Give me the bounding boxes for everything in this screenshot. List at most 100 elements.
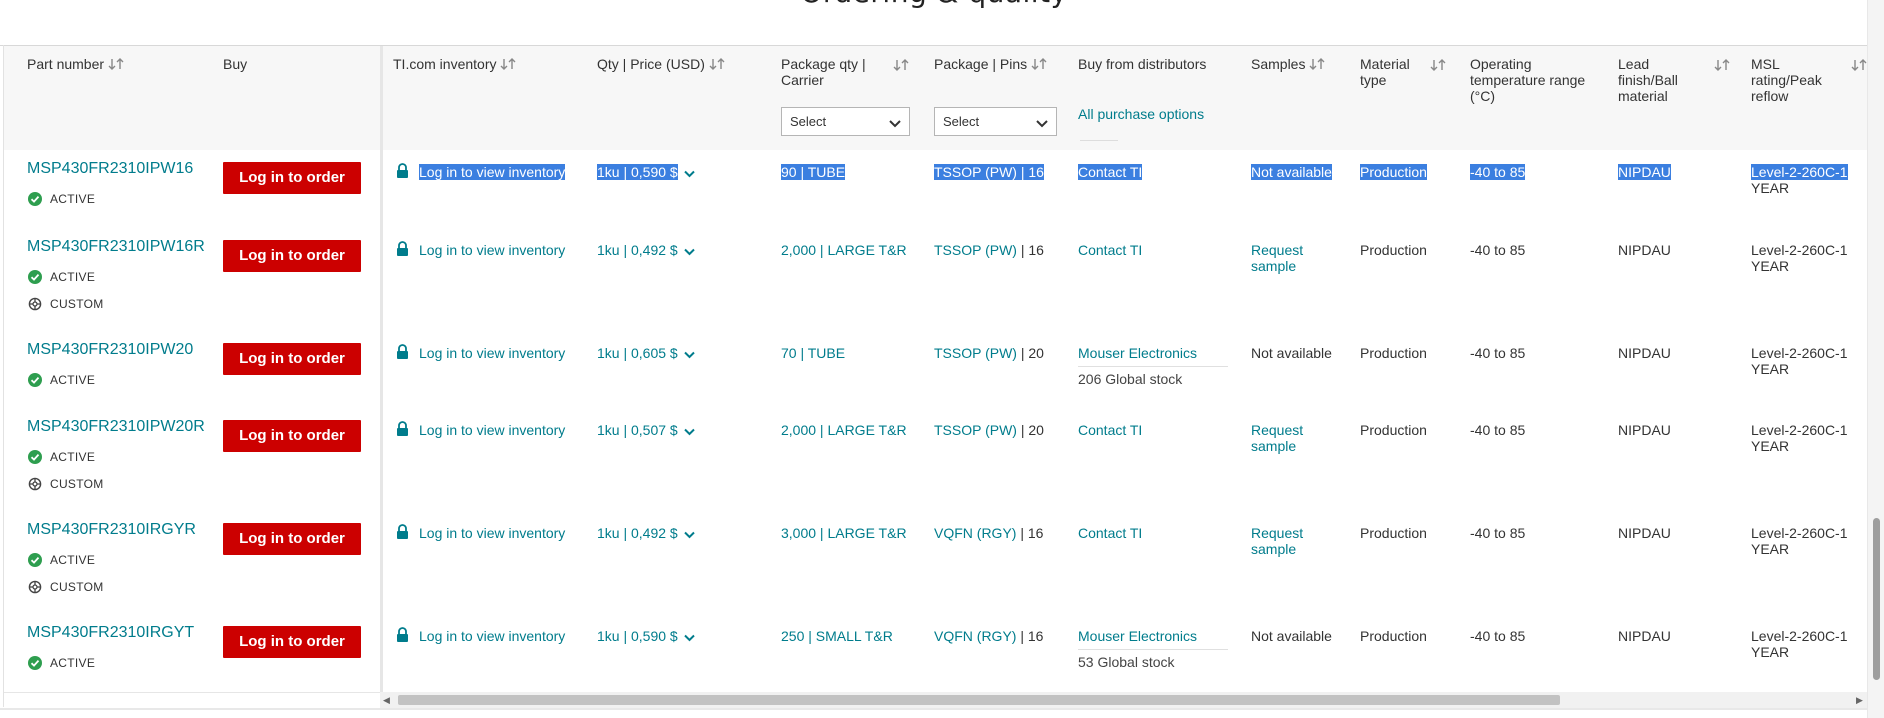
header-msl-rating[interactable]: MSL rating/Peak reflow (1751, 56, 1822, 104)
lock-icon (396, 524, 409, 545)
sort-arrows-icon[interactable] (108, 57, 126, 71)
msl-rating-value: Level-2-260C-1 YEAR (1751, 164, 1848, 196)
status-custom-badge: CUSTOM (28, 297, 104, 314)
sort-arrows-icon[interactable] (1851, 58, 1867, 72)
sort-arrows-icon[interactable] (709, 57, 727, 71)
sort-arrows-icon[interactable] (1031, 57, 1049, 71)
distributor-link[interactable]: Contact TI (1078, 525, 1142, 541)
table-header: Part number Buy TI.com inventory Qty | P… (4, 46, 1867, 151)
login-to-order-button[interactable]: Log in to order (223, 343, 361, 375)
header-package-qty[interactable]: Package qty | Carrier (781, 56, 901, 88)
samples-value[interactable]: Request sample (1251, 525, 1303, 557)
table-row: MSP430FR2310IPW20R ACTIVE CUSTOM Log in to … (4, 408, 1867, 512)
sort-arrows-icon[interactable] (1714, 58, 1732, 72)
sort-arrows-icon[interactable] (893, 58, 911, 72)
chevron-down-icon (889, 116, 901, 131)
lock-icon (396, 421, 409, 442)
sort-arrows-icon[interactable] (1430, 58, 1448, 72)
part-number-link[interactable]: MSP430FR2310IPW16R (27, 239, 205, 255)
package-link[interactable]: TSSOP (PW) (934, 422, 1017, 438)
header-package-pins[interactable]: Package | Pins (934, 56, 1049, 72)
status-active-badge: ACTIVE (28, 373, 95, 390)
login-to-order-button[interactable]: Log in to order (223, 523, 361, 555)
header-qty-price[interactable]: Qty | Price (USD) (597, 56, 727, 72)
sort-arrows-icon[interactable] (1309, 57, 1327, 71)
part-number-link[interactable]: MSP430FR2310IPW20 (27, 342, 193, 358)
package-qty-value: 90 | TUBE (781, 164, 846, 180)
part-number-link[interactable]: MSP430FR2310IRGYT (27, 625, 194, 641)
temperature-range-value: -40 to 85 (1470, 525, 1526, 541)
login-to-order-button[interactable]: Log in to order (223, 240, 361, 272)
qty-price-dropdown[interactable]: 1ku | 0,492 $ (597, 525, 695, 542)
qty-price-dropdown[interactable]: 1ku | 0,590 $ (597, 164, 695, 181)
qty-price-dropdown[interactable]: 1ku | 0,605 $ (597, 345, 695, 362)
view-inventory-link[interactable]: Log in to view inventory (419, 422, 565, 438)
chevron-down-icon (683, 346, 695, 362)
package-link[interactable]: TSSOP (PW) (934, 242, 1017, 258)
package-qty-value: 250 | SMALL T&R (781, 628, 893, 644)
part-number-link[interactable]: MSP430FR2310IPW20R (27, 419, 205, 435)
part-number-link[interactable]: MSP430FR2310IRGYR (27, 522, 196, 538)
status-custom-badge: CUSTOM (28, 580, 104, 597)
global-stock-text: 206 Global stock (1078, 371, 1183, 387)
view-inventory-link[interactable]: Log in to view inventory (419, 164, 566, 180)
sort-arrows-icon[interactable] (500, 57, 518, 71)
samples-value[interactable]: Request sample (1251, 242, 1303, 274)
status-active-badge: ACTIVE (28, 553, 95, 570)
gear-icon (28, 580, 42, 597)
table-row: MSP430FR2310IPW16 ACTIVE Log in to order Lo… (4, 150, 1867, 229)
chevron-down-icon (1036, 116, 1048, 131)
status-custom-badge: CUSTOM (28, 477, 104, 494)
samples-value[interactable]: Request sample (1251, 422, 1303, 454)
view-inventory-link[interactable]: Log in to view inventory (419, 628, 565, 644)
package-qty-select[interactable]: Select (781, 107, 910, 136)
package-pins-value: TSSOP (PW) | 20 (934, 422, 1044, 438)
check-circle-icon (28, 656, 42, 673)
scroll-right-arrow-icon[interactable]: ▶ (1856, 695, 1864, 705)
chevron-down-icon (683, 526, 695, 542)
header-part-number[interactable]: Part number (27, 56, 126, 72)
distributor-link[interactable]: Mouser Electronics (1078, 345, 1197, 361)
msl-rating-value: Level-2-260C-1 YEAR (1751, 345, 1848, 377)
header-material-type[interactable]: Material type (1360, 56, 1410, 88)
view-inventory-link[interactable]: Log in to view inventory (419, 345, 565, 361)
package-link[interactable]: TSSOP (PW) (934, 345, 1017, 361)
sticky-column-divider (380, 46, 383, 708)
view-inventory-link[interactable]: Log in to view inventory (419, 242, 565, 258)
package-qty-value: 3,000 | LARGE T&R (781, 525, 907, 541)
distributor-link[interactable]: Contact TI (1078, 242, 1142, 258)
temperature-range-value: -40 to 85 (1470, 345, 1526, 361)
package-pins-value: TSSOP (PW) | 16 (934, 164, 1044, 180)
distributor-link[interactable]: Contact TI (1078, 164, 1143, 180)
package-link[interactable]: VQFN (RGY) (934, 525, 1016, 541)
part-number-link[interactable]: MSP430FR2310IPW16 (27, 161, 193, 177)
global-stock-text: 53 Global stock (1078, 654, 1175, 670)
login-to-order-button[interactable]: Log in to order (223, 162, 361, 194)
distributor-link[interactable]: Contact TI (1078, 422, 1142, 438)
scroll-left-arrow-icon[interactable]: ◀ (383, 695, 391, 705)
qty-price-dropdown[interactable]: 1ku | 0,590 $ (597, 628, 695, 645)
page-scrollbar-thumb[interactable] (1873, 518, 1880, 680)
qty-price-dropdown[interactable]: 1ku | 0,492 $ (597, 242, 695, 259)
distributor-link[interactable]: Mouser Electronics (1078, 628, 1197, 644)
login-to-order-button[interactable]: Log in to order (223, 626, 361, 658)
login-to-order-button[interactable]: Log in to order (223, 420, 361, 452)
header-inventory[interactable]: TI.com inventory (393, 56, 518, 72)
table-row: MSP430FR2310IPW20 ACTIVE Log in to order Lo… (4, 331, 1867, 409)
header-distributors: Buy from distributors (1078, 56, 1207, 72)
package-link[interactable]: TSSOP (PW) (934, 164, 1017, 180)
package-link[interactable]: VQFN (RGY) (934, 628, 1016, 644)
distributor-separator (1078, 366, 1228, 367)
lock-icon (396, 344, 409, 365)
qty-price-dropdown[interactable]: 1ku | 0,507 $ (597, 422, 695, 439)
all-purchase-options-link[interactable]: All purchase options (1078, 106, 1204, 122)
check-circle-icon (28, 192, 42, 209)
package-pins-select[interactable]: Select (934, 107, 1057, 136)
header-lead-finish[interactable]: Lead finish/Ball material (1618, 56, 1678, 104)
header-samples[interactable]: Samples (1251, 56, 1327, 72)
status-active-badge: ACTIVE (28, 192, 95, 209)
horizontal-scrollbar-thumb[interactable] (398, 695, 1560, 705)
lead-finish-value: NIPDAU (1618, 345, 1671, 361)
view-inventory-link[interactable]: Log in to view inventory (419, 525, 565, 541)
temperature-range-value: -40 to 85 (1470, 242, 1526, 258)
